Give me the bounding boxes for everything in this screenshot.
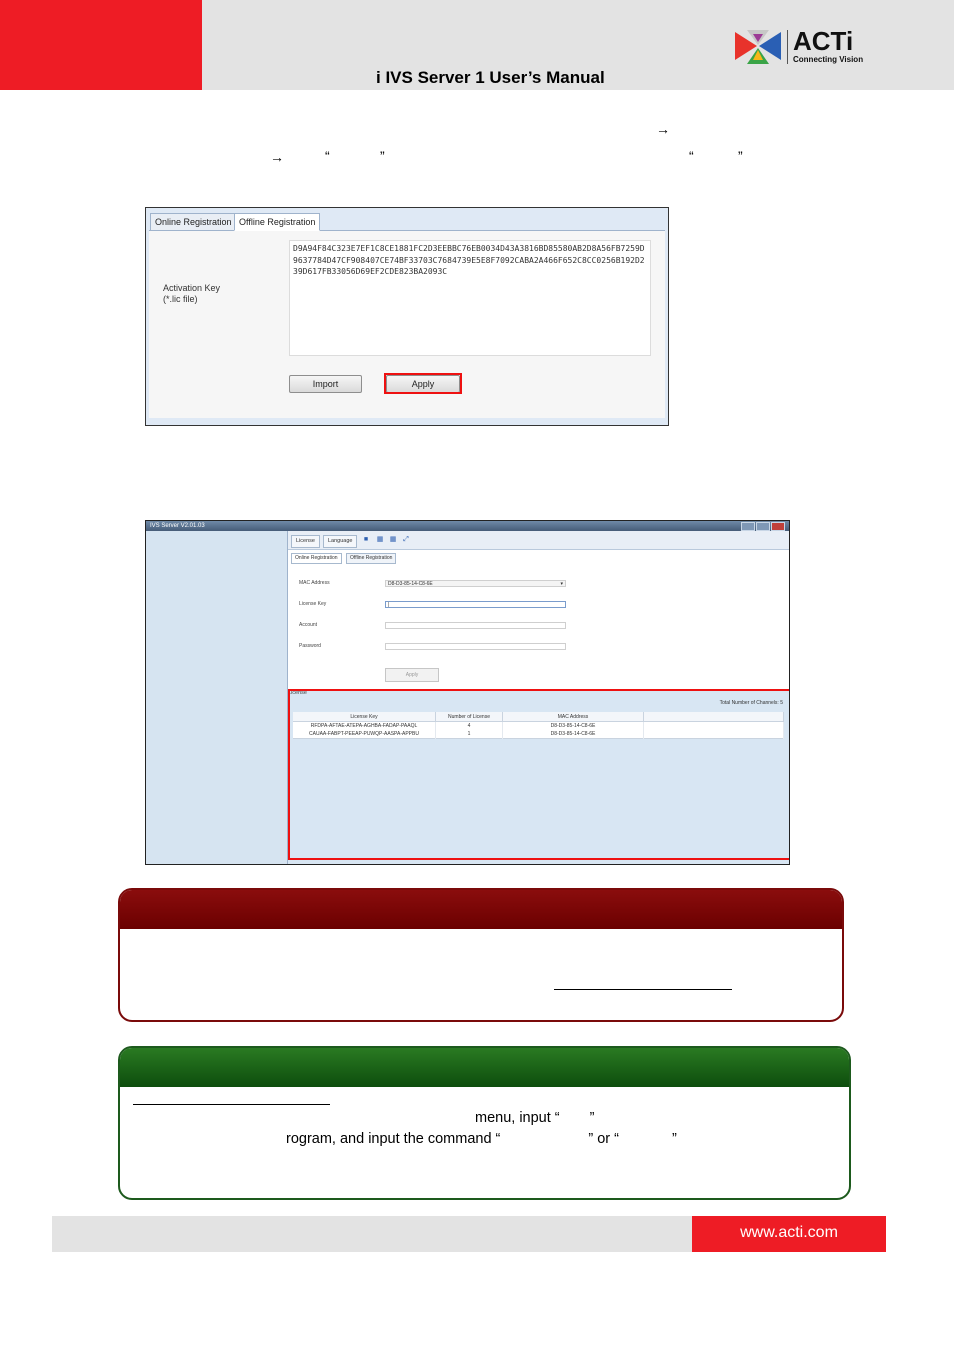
header-red-block — [0, 0, 202, 90]
activation-key-textarea[interactable]: D9A94F84C323E7EF1C8CE1881FC2D3EEBBC76EB0… — [289, 240, 651, 356]
open-quote: “ — [325, 148, 330, 164]
fullscreen-icon[interactable]: ⤢ — [402, 536, 410, 544]
apply-button[interactable]: Apply — [385, 668, 439, 682]
password-label: Password — [299, 643, 321, 649]
minimize-icon[interactable] — [741, 522, 755, 531]
arrow-icon: → — [270, 149, 284, 165]
activation-key-label: Activation Key — [163, 283, 221, 293]
maximize-icon[interactable] — [756, 522, 770, 531]
offline-registration-screenshot: Online Registration Offline Registration… — [145, 207, 669, 426]
password-input[interactable] — [385, 643, 566, 650]
license-key-label: License Key — [299, 601, 327, 607]
tip-line-menu: menu, input “” — [475, 1110, 595, 1126]
manual-title: i IVS Server 1 User’s Manual — [376, 68, 605, 87]
toolbar-tab-license[interactable]: License — [291, 535, 320, 548]
quad-view-icon[interactable]: ▦ — [376, 536, 384, 544]
tab-bar: Online Registration Offline Registration — [146, 208, 668, 231]
tab-offline-registration[interactable]: Offline Registration — [234, 213, 321, 231]
toolbar: License Language ■ ▦ ▦ ⤢ — [288, 531, 789, 550]
apply-highlight-box — [384, 373, 462, 394]
link-underline — [554, 989, 732, 990]
frame-bottom — [146, 418, 668, 425]
open-quote: “ — [689, 148, 694, 164]
import-button[interactable]: Import — [289, 375, 362, 393]
account-label: Account — [299, 622, 318, 628]
important-note-header-bar — [120, 890, 842, 929]
subtab-offline-registration[interactable]: Offline Registration — [346, 553, 397, 564]
registration-panel: Online Registration Offline Registration… — [288, 550, 789, 690]
close-icon[interactable] — [771, 522, 785, 531]
tip-note-box: menu, input “” rogram, and input the com… — [118, 1046, 851, 1200]
logo-separator — [787, 30, 788, 64]
tab-online-registration[interactable]: Online Registration — [150, 213, 237, 231]
mac-address-value: D8-D3-85-14-C8-6E — [388, 581, 433, 587]
chevron-down-icon: ▾ — [560, 581, 563, 587]
acti-logo-icon — [735, 30, 781, 64]
arrow-icon: → — [656, 121, 670, 137]
mac-address-label: MAC Address — [299, 580, 330, 586]
logo-wordmark: ACTi — [793, 26, 854, 56]
license-list-highlight-box — [288, 689, 789, 860]
lic-file-label: (*.lic file) — [163, 294, 198, 304]
toolbar-tab-language[interactable]: Language — [323, 535, 358, 548]
link-underline — [133, 1104, 330, 1105]
logo-tagline: Connecting Vision — [793, 55, 864, 64]
left-panel — [146, 531, 288, 864]
frame-left — [146, 230, 149, 425]
grid-view-icon[interactable]: ▦ — [389, 536, 397, 544]
important-note-box — [118, 888, 844, 1022]
account-input[interactable] — [385, 622, 566, 629]
ivs-server-license-screenshot: IVS Server V2.01.03 License Language ■ ▦… — [145, 520, 790, 865]
subtab-online-registration[interactable]: Online Registration — [291, 553, 342, 564]
single-view-icon[interactable]: ■ — [362, 536, 370, 544]
website-link[interactable]: www.acti.com — [692, 1216, 886, 1252]
frame-right — [665, 230, 668, 425]
acti-logo: ACTi Connecting Vision — [733, 26, 873, 68]
license-key-input[interactable]: | — [385, 601, 566, 608]
tip-line-program: rogram, and input the command “” or “” — [286, 1131, 677, 1147]
window-titlebar: IVS Server V2.01.03 — [146, 521, 789, 531]
mac-address-select[interactable]: D8-D3-85-14-C8-6E ▾ — [385, 580, 566, 587]
close-quote: ” — [738, 148, 743, 164]
tip-note-header-bar — [120, 1048, 849, 1087]
window-title: IVS Server V2.01.03 — [150, 523, 205, 529]
close-quote: ” — [380, 148, 385, 164]
